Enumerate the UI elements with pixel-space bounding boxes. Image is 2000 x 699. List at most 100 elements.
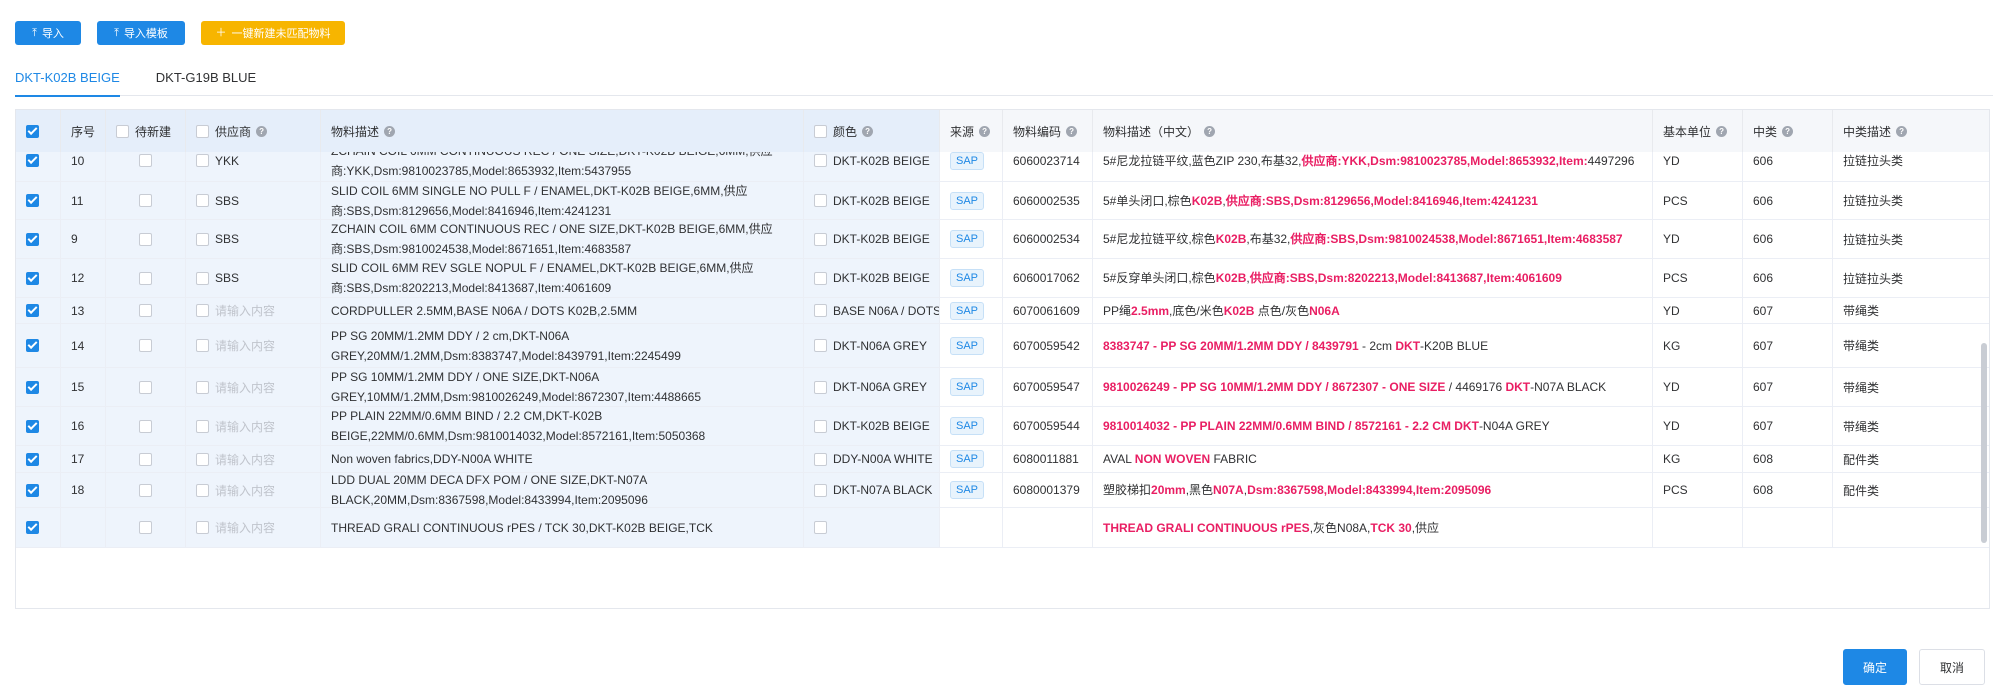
supplier-checkbox[interactable] <box>196 452 209 466</box>
material-description-cn: 8383747 - PP SG 20MM/1.2MM DDY / 8439791… <box>1103 336 1488 356</box>
color-checkbox[interactable] <box>814 154 827 167</box>
cell-desc_cn: 5#尼龙拉链平纹,蓝色ZIP 230,布基32,供应商:YKK,Dsm:9810… <box>1093 152 1653 181</box>
row-select-checkbox[interactable] <box>26 483 39 497</box>
cell-mid_desc: 配件类 <box>1833 446 1989 472</box>
supplier-checkbox[interactable] <box>196 154 209 167</box>
highlight-text: N07A <box>1213 483 1244 497</box>
supplier-checkbox[interactable] <box>196 419 209 433</box>
cell-mid_desc: 拉链拉头类 <box>1833 220 1989 258</box>
cancel-button[interactable]: 取消 <box>1919 649 1985 685</box>
supplier-input[interactable]: 请输入内容 <box>215 451 275 468</box>
supplier-checkbox[interactable] <box>196 339 209 352</box>
row-select-checkbox[interactable] <box>26 380 39 394</box>
pending-checkbox[interactable] <box>139 154 152 167</box>
color-checkbox[interactable] <box>814 419 827 433</box>
supplier-input[interactable]: 请输入内容 <box>215 302 275 319</box>
row-select-checkbox[interactable] <box>26 419 39 433</box>
table-row: 10 YKK ZCHAIN COIL 6MM CONTINUOUS REC / ON… <box>16 152 1989 182</box>
material-description-cn: THREAD GRALI CONTINUOUS rPES,灰色N08A,TCK … <box>1103 518 1439 538</box>
cell-supplier: 请输入内容 <box>186 324 321 367</box>
color-checkbox[interactable] <box>814 521 827 534</box>
header-supplier-checkbox[interactable] <box>196 124 209 138</box>
pending-checkbox[interactable] <box>139 194 152 207</box>
create-unmatched-button-label: 一键新建未匹配物料 <box>231 28 331 40</box>
color-checkbox[interactable] <box>814 380 827 394</box>
color-checkbox[interactable] <box>814 194 827 207</box>
source-tag: SAP <box>950 336 985 355</box>
import-button[interactable]: ⤒ 导入 <box>15 21 81 45</box>
cell-desc_cn: 8383747 - PP SG 20MM/1.2MM DDY / 8439791… <box>1093 324 1653 367</box>
select-all-checkbox[interactable] <box>26 124 39 138</box>
row-select-checkbox[interactable] <box>26 232 39 246</box>
cell-unit: YD <box>1653 298 1743 323</box>
pending-checkbox[interactable] <box>139 304 152 317</box>
row-select-checkbox[interactable] <box>26 521 39 534</box>
color-checkbox[interactable] <box>814 304 827 317</box>
pending-checkbox[interactable] <box>139 419 152 433</box>
confirm-button[interactable]: 确定 <box>1843 649 1907 685</box>
supplier-input[interactable]: 请输入内容 <box>215 482 275 499</box>
row-select-checkbox[interactable] <box>26 339 39 352</box>
cell-mid: 608 <box>1743 473 1833 507</box>
color-checkbox[interactable] <box>814 483 827 497</box>
material-description-cn: 5#尼龙拉链平纹,棕色K02B,布基32,供应商:SBS,Dsm:9810024… <box>1103 229 1623 249</box>
row-select-checkbox[interactable] <box>26 304 39 317</box>
pending-checkbox[interactable] <box>139 483 152 497</box>
cell-seq: 16 <box>61 407 106 445</box>
supplier-checkbox[interactable] <box>196 271 209 285</box>
cell-sel <box>16 473 61 507</box>
vertical-scrollbar[interactable] <box>1981 343 1987 543</box>
supplier-value: YKK <box>215 153 240 168</box>
header-color-checkbox[interactable] <box>814 124 827 138</box>
supplier-checkbox[interactable] <box>196 483 209 497</box>
tab-dkt-k02b-beige[interactable]: DKT-K02B BEIGE <box>15 62 120 97</box>
color-checkbox[interactable] <box>814 452 827 466</box>
source-tag: SAP <box>950 152 985 170</box>
pending-checkbox[interactable] <box>139 452 152 466</box>
import-template-button[interactable]: ⤒ 导入模板 <box>97 21 185 45</box>
cell-unit: YD <box>1653 368 1743 406</box>
supplier-checkbox[interactable] <box>196 380 209 394</box>
cell-desc_cn: 5#单头闭口,棕色K02B,供应商:SBS,Dsm:8129656,Model:… <box>1093 182 1653 219</box>
color-checkbox[interactable] <box>814 339 827 352</box>
cell-code: 6070059544 <box>1003 407 1093 445</box>
supplier-checkbox[interactable] <box>196 304 209 317</box>
help-icon: ? <box>1204 125 1216 137</box>
pending-checkbox[interactable] <box>139 380 152 394</box>
help-icon: ? <box>1896 125 1908 137</box>
cell-seq: 14 <box>61 324 106 367</box>
cell-seq <box>61 508 106 547</box>
cell-mid_desc: 拉链拉头类 <box>1833 152 1989 181</box>
row-select-checkbox[interactable] <box>26 271 39 285</box>
cell-color: DKT-K02B BEIGE <box>804 220 940 258</box>
supplier-input[interactable]: 请输入内容 <box>215 519 275 536</box>
material-description: CORDPULLER 2.5MM,BASE N06A / DOTS K02B,2… <box>331 303 638 318</box>
supplier-input[interactable]: 请输入内容 <box>215 379 275 396</box>
color-checkbox[interactable] <box>814 232 827 246</box>
pending-checkbox[interactable] <box>139 521 152 534</box>
create-unmatched-button[interactable]: ＋ 一键新建未匹配物料 <box>201 21 345 45</box>
material-description: SLID COIL 6MM REV SGLE NOPUL F / ENAMEL,… <box>331 261 754 295</box>
cell-mid_desc: 拉链拉头类 <box>1833 182 1989 219</box>
supplier-checkbox[interactable] <box>196 521 209 534</box>
supplier-checkbox[interactable] <box>196 194 209 207</box>
supplier-checkbox[interactable] <box>196 232 209 246</box>
pending-checkbox[interactable] <box>139 232 152 246</box>
header-pending-checkbox[interactable] <box>116 124 129 138</box>
row-select-checkbox[interactable] <box>26 194 39 207</box>
color-checkbox[interactable] <box>814 271 827 285</box>
supplier-input[interactable]: 请输入内容 <box>215 337 275 354</box>
seq-value: 17 <box>71 452 85 466</box>
cell-mid_desc: 带绳类 <box>1833 407 1989 445</box>
supplier-input[interactable]: 请输入内容 <box>215 418 275 435</box>
cell-supplier: 请输入内容 <box>186 368 321 406</box>
cell-supplier: 请输入内容 <box>186 508 321 547</box>
row-select-checkbox[interactable] <box>26 154 39 167</box>
pending-checkbox[interactable] <box>139 271 152 285</box>
highlight-text: THREAD GRALI CONTINUOUS rPES <box>1103 520 1310 535</box>
tab-dkt-g19b-blue[interactable]: DKT-G19B BLUE <box>156 62 256 96</box>
seq-value: 12 <box>71 271 85 285</box>
cell-code: 6070059547 <box>1003 368 1093 406</box>
pending-checkbox[interactable] <box>139 339 152 352</box>
row-select-checkbox[interactable] <box>26 452 39 466</box>
